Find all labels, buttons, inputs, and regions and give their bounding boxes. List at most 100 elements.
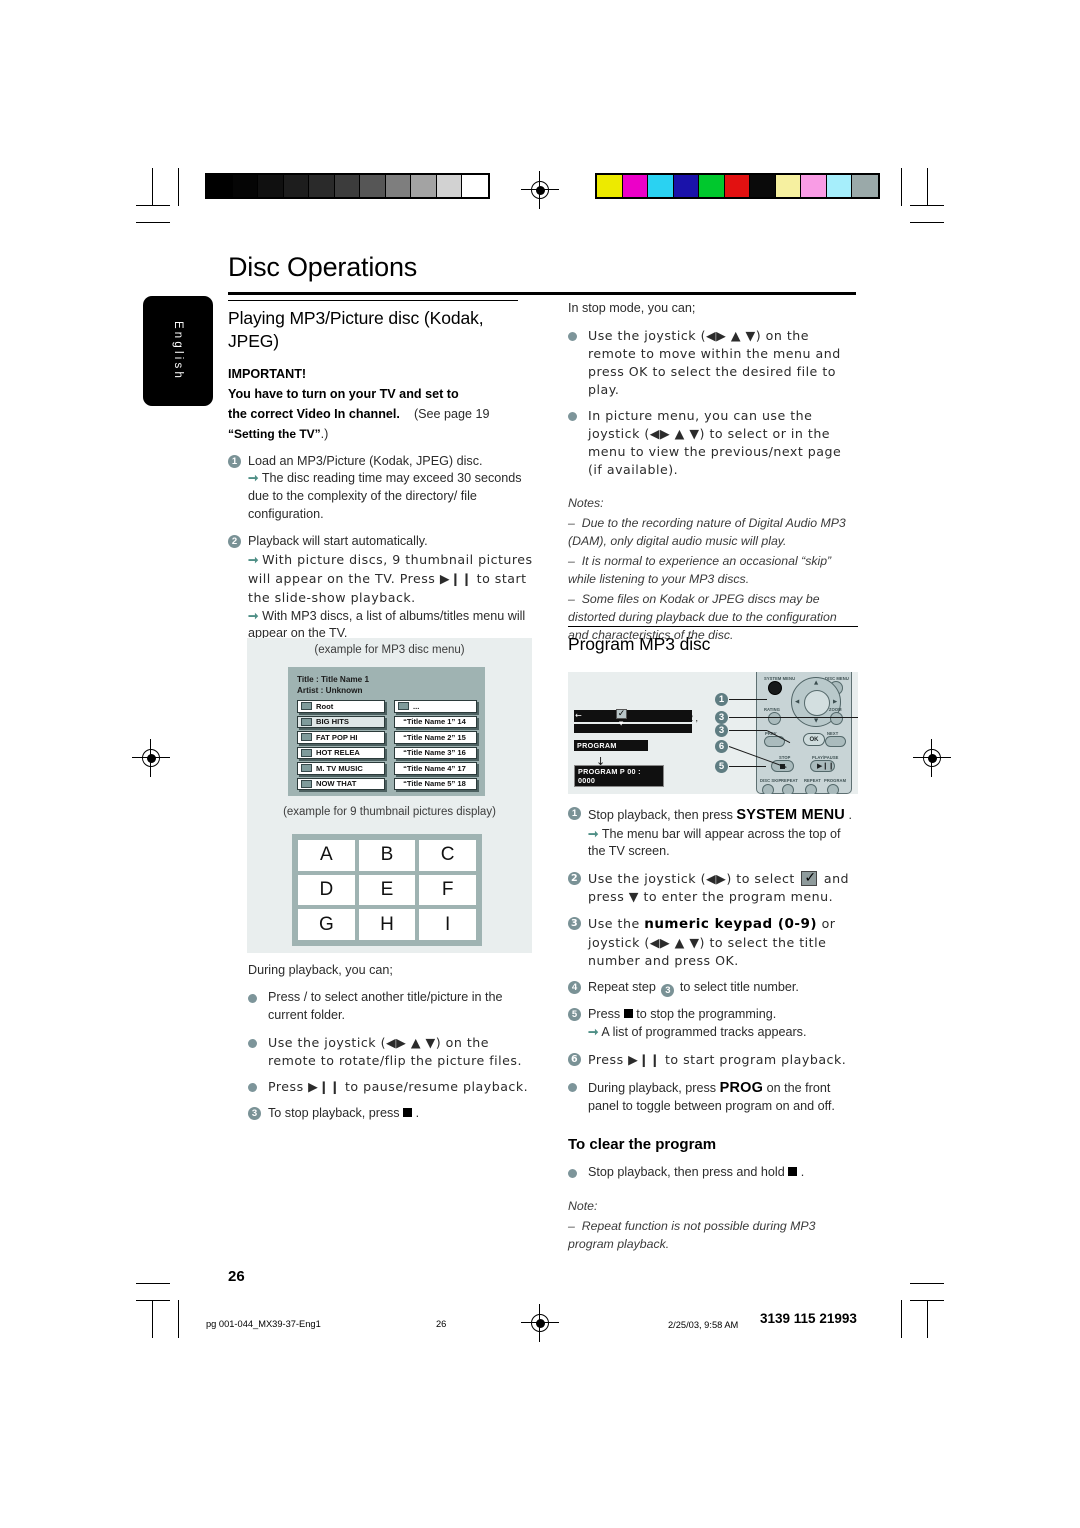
- thumbnail-cell[interactable]: B: [358, 840, 416, 871]
- arrow-icon: ➞: [588, 826, 599, 841]
- footer-rule-left: [136, 1283, 170, 1285]
- note-label: Note:: [568, 1199, 598, 1214]
- registration-mark-top: [521, 171, 559, 209]
- program-step-2-pre: Use the joystick (◀▶) to select: [588, 871, 800, 887]
- mp3-track-label: “Title Name 4” 17: [403, 763, 466, 773]
- mp3-track-item[interactable]: “Title Name 1” 14: [394, 715, 477, 729]
- mp3-folder-label: Root: [316, 701, 334, 711]
- mp3-track-item[interactable]: “Title Name 5” 18: [394, 777, 477, 791]
- color-calibration-strip: [595, 173, 880, 199]
- folder-icon: [301, 733, 312, 742]
- important-line-2: the correct Video In channel.: [228, 406, 400, 421]
- clear-program-heading: To clear the program: [568, 1136, 717, 1154]
- left-column: Playing MP3/Picture disc (Kodak, JPEG) I…: [228, 300, 533, 643]
- mp3-track-label: “Title Name 1” 14: [403, 717, 466, 727]
- thumbnail-cell[interactable]: E: [358, 874, 416, 906]
- calibration-swatch: [436, 175, 462, 197]
- callout-5: 5: [568, 672, 858, 794]
- mp3-track-item[interactable]: “Title Name 3” 16: [394, 746, 477, 760]
- footer-timestamp: 2/25/03, 9:58 AM: [668, 1320, 739, 1330]
- during-playback-block: During playback, you can; Press / to sel…: [248, 962, 538, 1123]
- mp3-track-item[interactable]: “Title Name 2” 15: [394, 731, 477, 744]
- calibration-swatch: [648, 175, 674, 197]
- calibration-swatch: [360, 175, 386, 197]
- thumbnail-cell[interactable]: D: [298, 874, 355, 906]
- grayscale-calibration-strip: [205, 173, 490, 199]
- calibration-swatch: [232, 175, 258, 197]
- program-step-1-emph: SYSTEM MENU: [736, 807, 845, 823]
- program-step-5: 5 Press to stop the programming. ➞ A lis…: [568, 1006, 860, 1042]
- mp3-menu-illustration-panel: (example for MP3 disc menu) Title : Titl…: [247, 638, 532, 953]
- crop-mark-bl-v: [152, 1300, 154, 1338]
- folder-icon: [301, 779, 312, 788]
- calibration-swatch: [775, 175, 801, 197]
- program-step-1: 1 Stop playback, then press SYSTEM MENU …: [568, 805, 860, 861]
- title-divider: [228, 292, 856, 295]
- calibration-swatch: [801, 175, 827, 197]
- mp3-menu-caption: (example for MP3 disc menu): [314, 644, 465, 656]
- left-step-3-text: To stop playback, press: [268, 1106, 400, 1121]
- calibration-swatch: [283, 175, 309, 197]
- program-steps-block: 1 Stop playback, then press SYSTEM MENU …: [568, 796, 860, 1256]
- crop-mark-bl-h: [136, 1300, 170, 1302]
- program-step-4-post: to select title number.: [676, 979, 799, 994]
- mp3-track-item[interactable]: “Title Name 4” 17: [394, 762, 477, 775]
- folder-icon: [301, 748, 312, 757]
- important-line-1: You have to turn on your TV and set to: [228, 386, 459, 401]
- mp3-folder-list: Root BIG HITS FAT POP HI HOT RELEA M. TV MUS…: [297, 700, 385, 791]
- program-prog-pre: During playback, press: [588, 1080, 720, 1095]
- mp3-folder-item[interactable]: BIG HITS: [297, 715, 385, 729]
- crop-mark-tl2-v: [178, 168, 180, 206]
- step-number-badge: 1: [568, 807, 581, 820]
- language-tab-label: English: [172, 320, 184, 382]
- stop-square-icon: [788, 1167, 798, 1177]
- mp3-folder-item[interactable]: FAT POP HI: [297, 731, 385, 744]
- mp3-folder-label: M. TV MUSIC: [316, 763, 363, 773]
- calibration-swatch: [852, 175, 878, 197]
- remote-control-illustration-panel: ← ✓ ▼ PROGRAM ↓ PROGRAM P 00 : 0000 SYST…: [568, 672, 858, 794]
- during-playback-item-2: Use the joystick (◀▶ ▲ ▼) on the remote …: [248, 1034, 538, 1070]
- important-setting-tv: “Setting the TV”: [228, 426, 321, 441]
- calibration-swatch: [462, 175, 488, 197]
- left-step-2-text: Playback will start automatically.: [248, 534, 428, 549]
- stop-square-icon: [623, 1008, 633, 1018]
- dash-icon: –: [568, 591, 575, 606]
- program-step-5-arrow: A list of programmed tracks appears.: [601, 1024, 807, 1039]
- dash-icon: –: [568, 515, 575, 530]
- header-rule-left: [136, 222, 170, 224]
- step-number-badge: 1: [228, 454, 241, 468]
- thumbnail-cell[interactable]: C: [419, 840, 476, 871]
- calibration-swatch: [207, 175, 233, 197]
- language-tab: English: [143, 296, 213, 406]
- section-heading-program-mp3: Program MP3 disc: [568, 634, 711, 655]
- thumbnail-cell[interactable]: I: [419, 909, 476, 940]
- thumbnail-cell[interactable]: F: [419, 874, 476, 906]
- thumbnail-cell[interactable]: H: [358, 909, 416, 940]
- mp3-folder-item[interactable]: Root: [297, 700, 385, 713]
- thumbnail-cell[interactable]: A: [298, 840, 355, 871]
- program-step-1-pre: Stop playback, then press: [588, 808, 737, 822]
- program-step-5-pre: Press: [588, 1006, 624, 1021]
- dash-icon: –: [568, 553, 575, 568]
- mp3-title-label: Title : Title Name 1: [297, 675, 370, 684]
- callout-number: 5: [715, 760, 728, 773]
- calibration-swatch: [699, 175, 725, 197]
- calibration-swatch: [673, 175, 699, 197]
- section-heading-playing-mp3: Playing MP3/Picture disc (Kodak, JPEG): [228, 308, 484, 351]
- left-step-2-arrow-1: With picture discs, 9 thumbnail pictures…: [248, 551, 533, 605]
- calibration-swatch: [724, 175, 750, 197]
- calibration-swatch: [309, 175, 335, 197]
- mp3-folder-label: NOW THAT: [316, 779, 357, 789]
- mp3-track-item[interactable]: ...: [394, 700, 477, 713]
- left-step-3: 3 To stop playback, press .: [248, 1105, 538, 1123]
- mp3-folder-item[interactable]: M. TV MUSIC: [297, 762, 385, 775]
- mp3-folder-item[interactable]: NOW THAT: [297, 777, 385, 791]
- during-playback-item-2-text: Use the joystick (◀▶ ▲ ▼) on the remote …: [268, 1034, 522, 1068]
- calibration-swatch: [411, 175, 437, 197]
- program-step-1-post: .: [844, 808, 852, 822]
- mp3-folder-item[interactable]: HOT RELEA: [297, 746, 385, 760]
- thumbnail-grid-mockup: ABC DEF GHI: [292, 834, 482, 946]
- during-playback-item-1: Press / to select another title/picture …: [248, 989, 538, 1025]
- thumbnail-cell[interactable]: G: [298, 909, 355, 940]
- stop-mode-item-1: Use the joystick (◀▶ ▲ ▼) on the remote …: [568, 327, 858, 399]
